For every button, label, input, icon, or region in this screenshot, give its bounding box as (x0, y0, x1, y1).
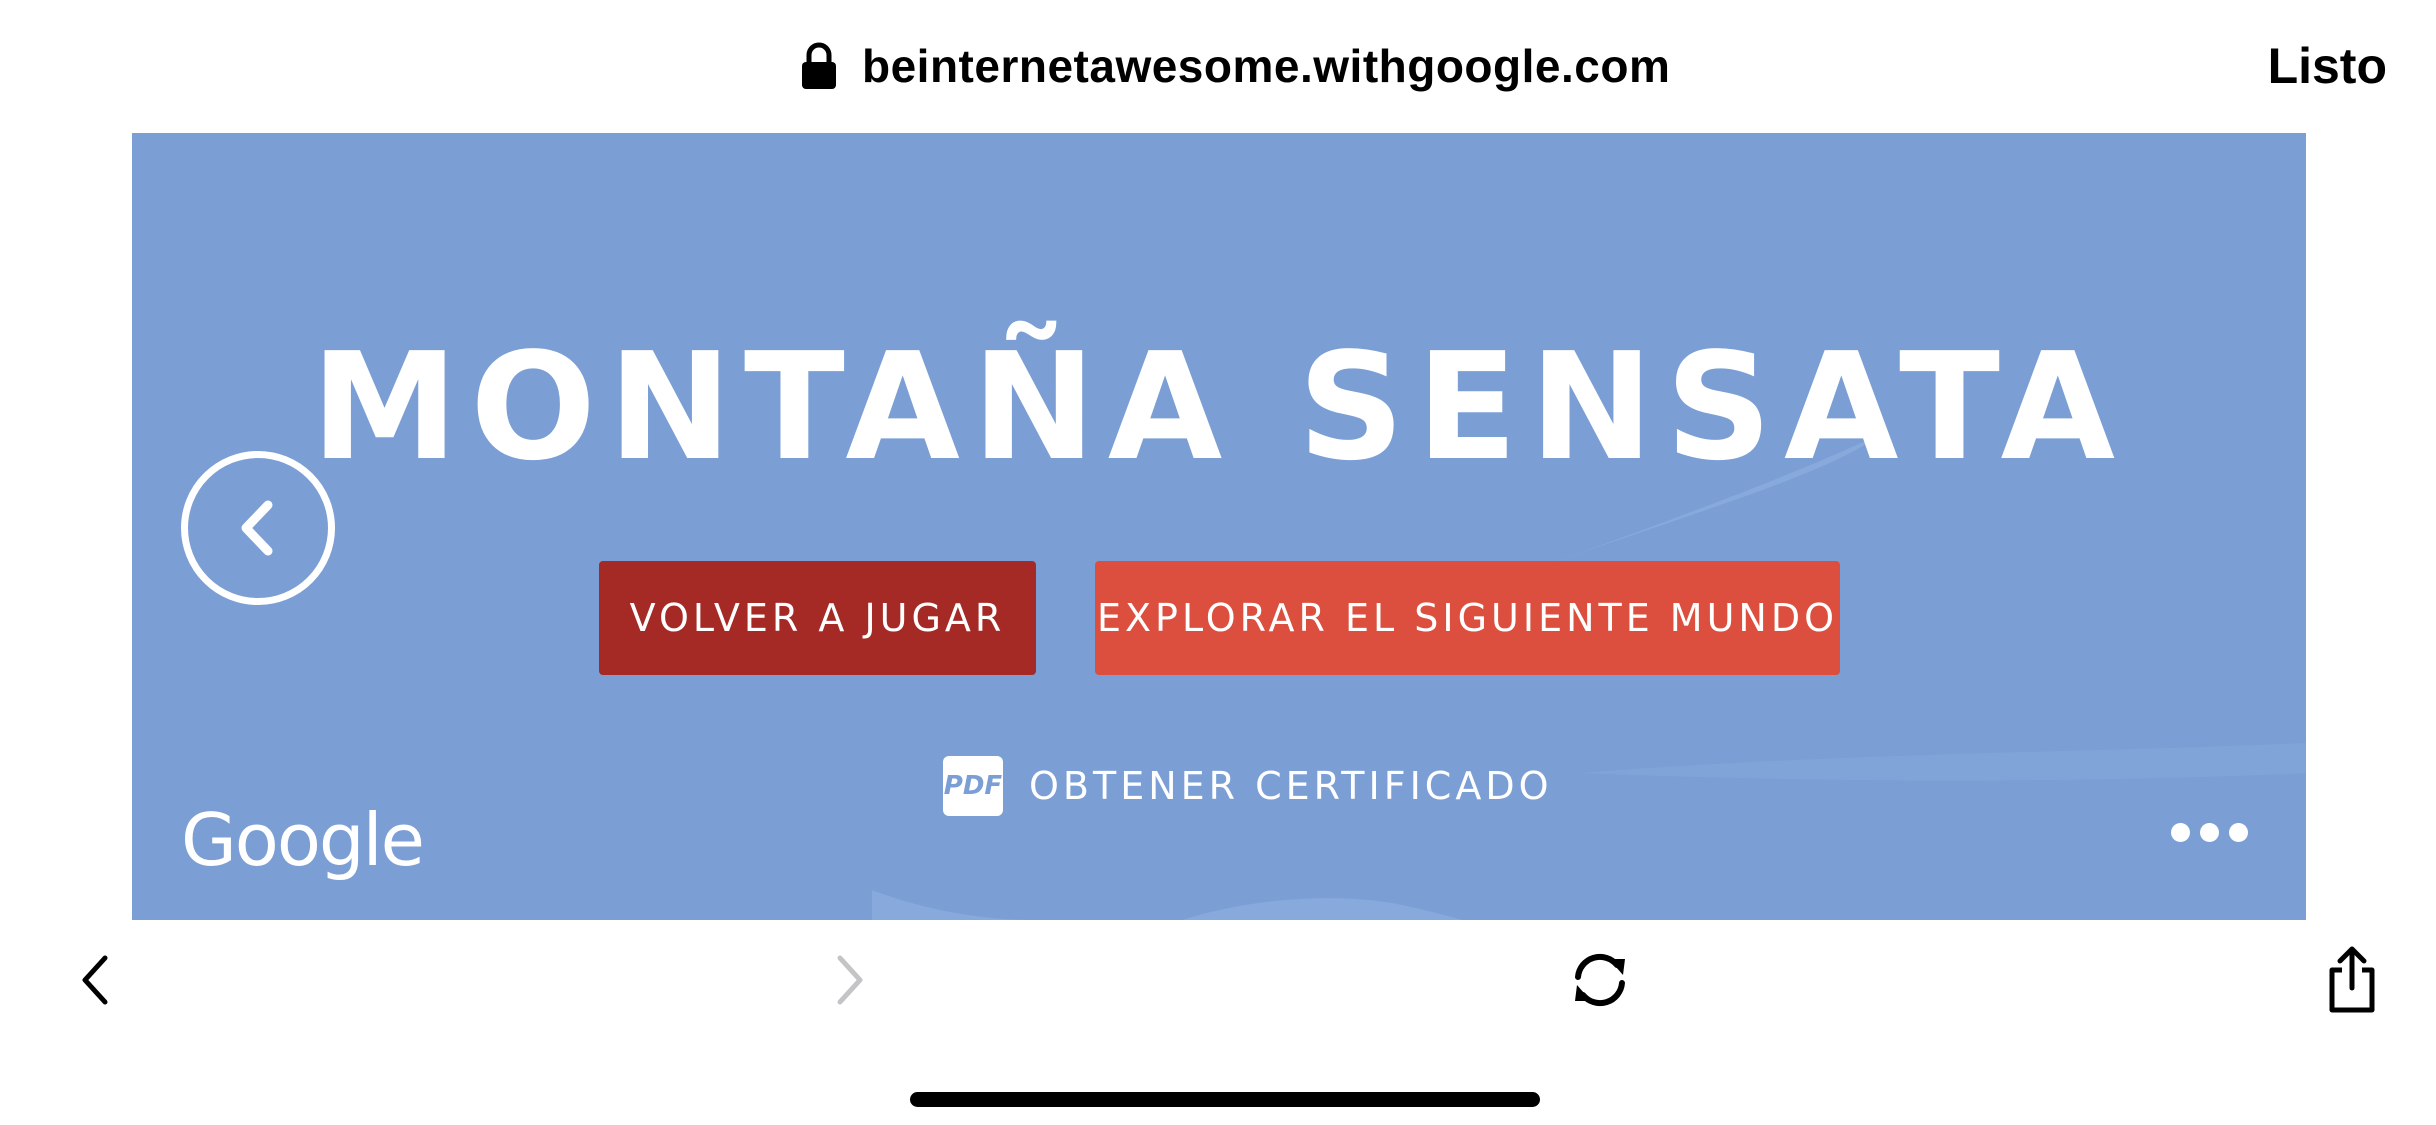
more-options-icon[interactable] (2171, 823, 2248, 842)
back-circle-button[interactable] (181, 451, 335, 605)
certificate-link[interactable]: PDF OBTENER CERTIFICADO (943, 755, 1552, 817)
game-canvas: MONTAÑA SENSATA VOLVER A JUGAR EXPLORAR … (132, 133, 2306, 920)
done-button[interactable]: Listo (2268, 35, 2387, 97)
game-title: MONTAÑA SENSATA (310, 321, 2128, 493)
back-button[interactable] (60, 920, 130, 1040)
url-text: beinternetawesome.withgoogle.com (862, 40, 1671, 92)
share-icon (2329, 946, 2375, 1013)
forward-button[interactable] (815, 920, 885, 1040)
browser-toolbar (0, 920, 2436, 1040)
lock-icon (800, 42, 838, 90)
reload-icon (1575, 953, 1625, 1007)
replay-button[interactable]: VOLVER A JUGAR (599, 561, 1036, 675)
dot (2229, 823, 2248, 842)
pdf-icon: PDF (943, 756, 1003, 816)
share-button[interactable] (2312, 920, 2392, 1040)
dot (2171, 823, 2190, 842)
url-display[interactable]: beinternetawesome.withgoogle.com (800, 35, 1670, 97)
google-logo: Google (181, 798, 425, 882)
address-bar: beinternetawesome.withgoogle.com Listo (0, 0, 2436, 133)
chevron-left-icon (82, 955, 108, 1005)
chevron-left-icon (241, 500, 273, 556)
home-indicator[interactable] (910, 1092, 1540, 1107)
reload-button[interactable] (1560, 920, 1640, 1040)
dot (2200, 823, 2219, 842)
certificate-label: OBTENER CERTIFICADO (1029, 764, 1553, 808)
chevron-right-icon (837, 955, 863, 1005)
explore-next-world-button[interactable]: EXPLORAR EL SIGUIENTE MUNDO (1095, 561, 1840, 675)
